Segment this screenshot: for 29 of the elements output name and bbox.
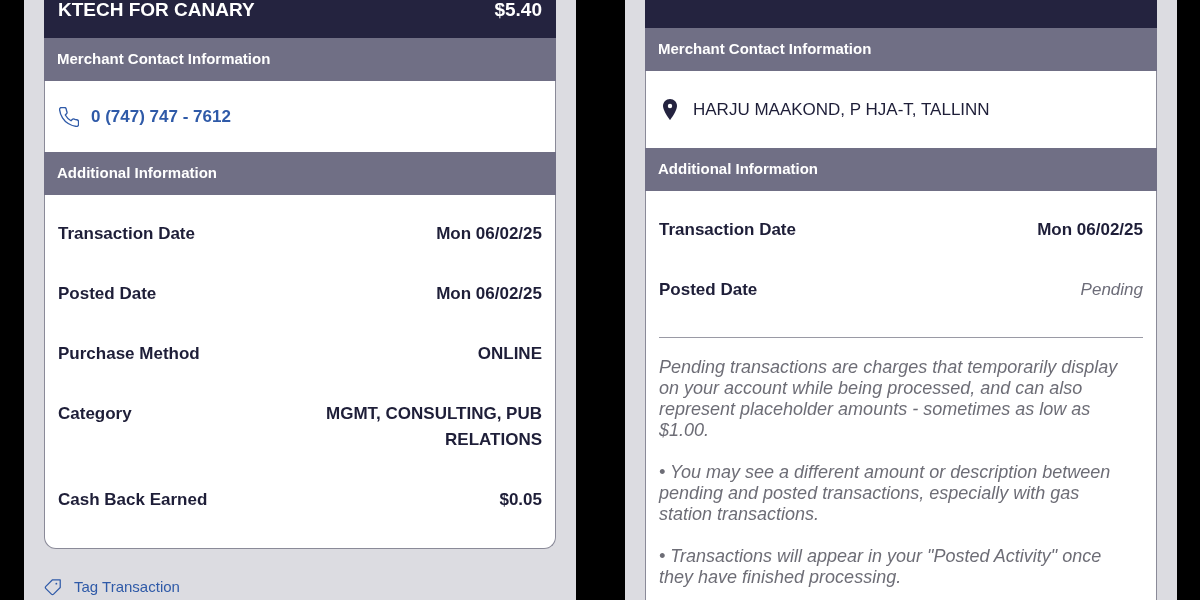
section-header: Merchant Contact Information [645, 28, 1157, 71]
row-value: Mon 06/02/25 [436, 223, 542, 245]
row-value: Pending [1080, 279, 1143, 301]
section-header: Additional Information [645, 148, 1157, 191]
row-value: ONLINE [477, 343, 542, 365]
row-label: Cash Back Earned [58, 489, 208, 511]
row-label: Category [58, 403, 132, 425]
row-label: Posted Date [58, 283, 157, 305]
row-value: MGMT, CONSULTING, PUB RELATIONS [325, 403, 542, 451]
section-header: Merchant Contact Information [44, 38, 556, 81]
row-label: Transaction Date [58, 223, 195, 245]
tag-transaction-link[interactable]: Tag Transaction [44, 578, 180, 596]
tag-icon [44, 578, 61, 596]
row-value: Mon 06/02/25 [436, 283, 542, 305]
note-paragraph: Pending transactions are charges that temporarily display on your account while being processed, and can also represent placeholder amounts - sometimes as low as $1.00. [659, 357, 1119, 441]
phone-link[interactable]: 0 (747) 747 - 7612 [59, 103, 231, 130]
phone-icon [59, 106, 79, 127]
note-paragraph: • You may see a different amount or description between pending and posted transactions, especially with gas station transactions. [659, 462, 1112, 525]
map-pin-icon [663, 99, 677, 120]
row-value: Mon 06/02/25 [1037, 219, 1143, 241]
merchant-name: KTECH FOR CANARY [58, 0, 255, 20]
address-text: HARJU MAAKOND, P HJA-T, TALLINN [693, 98, 990, 121]
row-value: $0.05 [499, 489, 542, 511]
section-header: Additional Information [44, 152, 556, 195]
row-label: Purchase Method [58, 343, 200, 365]
note-paragraph: • Transactions will appear in your "Posted Activity" once they have finished processing. [659, 546, 1103, 588]
row-label: Transaction Date [659, 219, 796, 241]
transaction-amount: $5.40 [494, 0, 542, 20]
row-label: Posted Date [659, 279, 758, 301]
